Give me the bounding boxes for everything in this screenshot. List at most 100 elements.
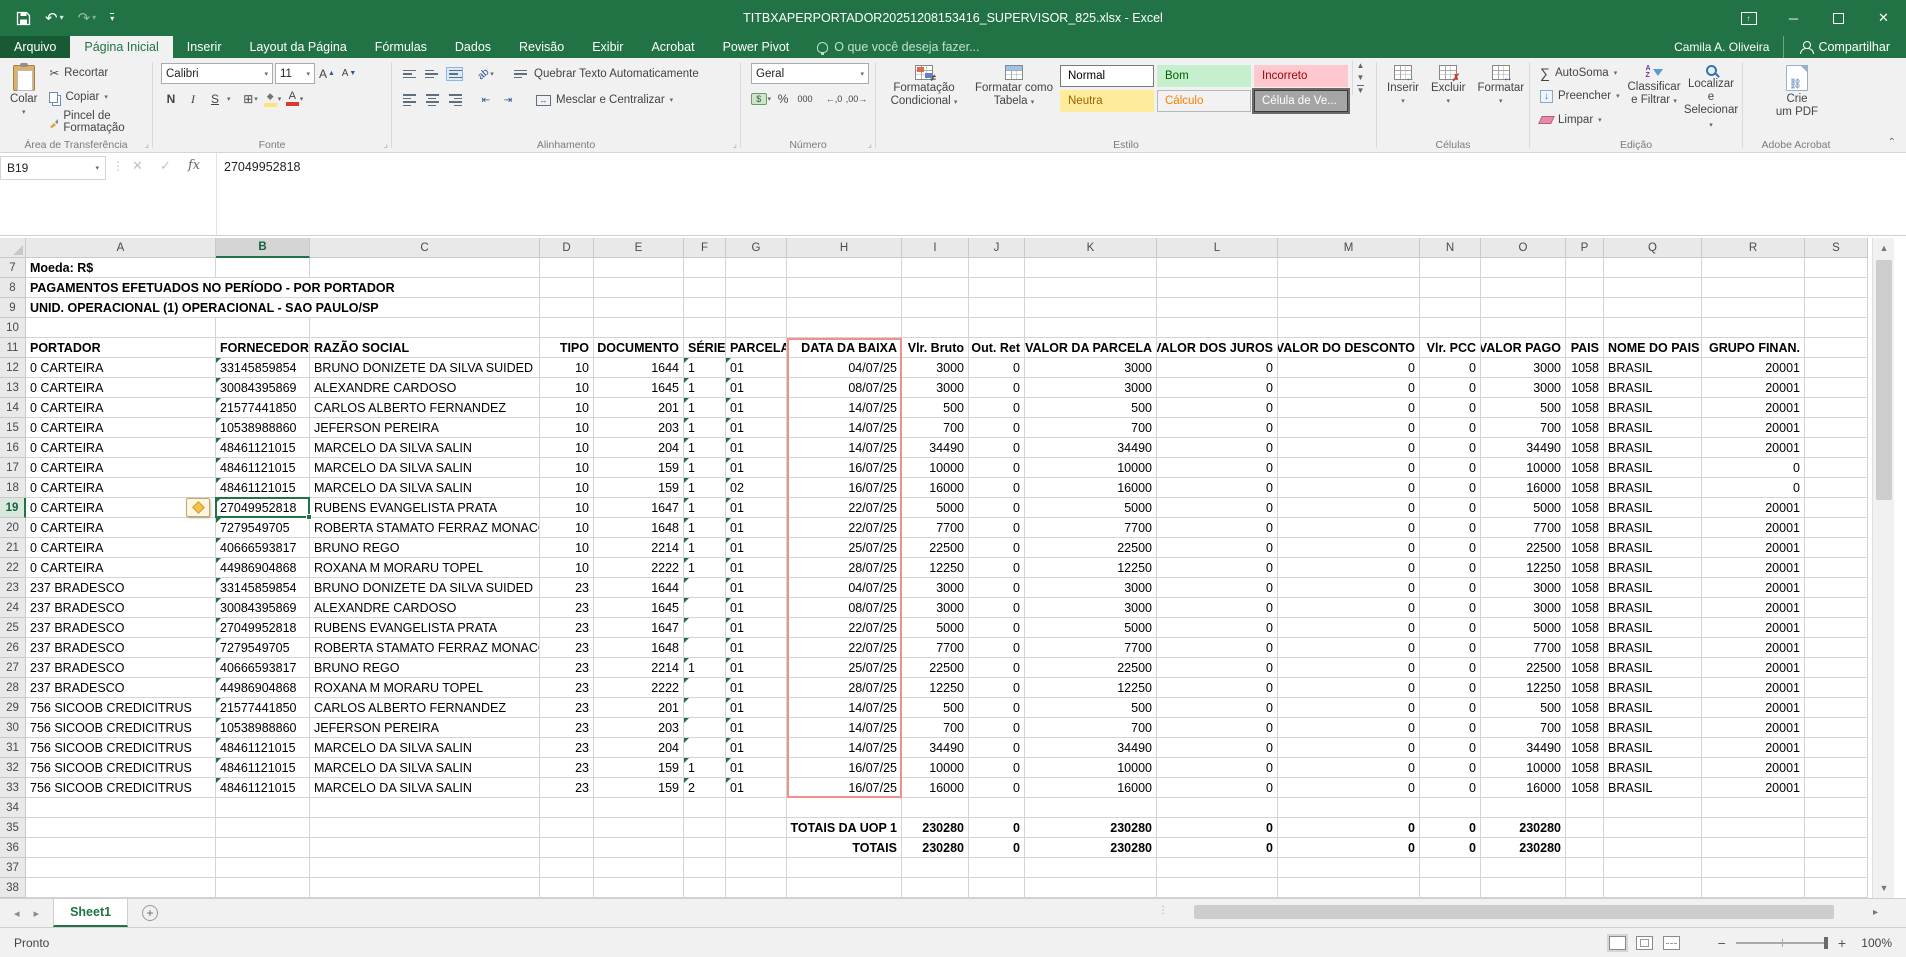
cell-C32[interactable]: MARCELO DA SILVA SALIN: [310, 758, 540, 778]
cell-G28[interactable]: 01: [726, 678, 787, 698]
cell-P25[interactable]: 1058: [1566, 618, 1604, 638]
cell-F13[interactable]: 1: [684, 378, 726, 398]
row-header-24[interactable]: 24: [0, 598, 26, 618]
cell-G12[interactable]: 01: [726, 358, 787, 378]
cell-M35[interactable]: 0: [1278, 818, 1420, 838]
cell-I37[interactable]: [902, 858, 969, 878]
vertical-scrollbar[interactable]: ▲ ▼: [1872, 238, 1894, 898]
cell-G36[interactable]: [726, 838, 787, 858]
cell-C7[interactable]: [310, 258, 540, 278]
tab-power-pivot[interactable]: Power Pivot: [709, 36, 804, 58]
cell-H22[interactable]: 28/07/25: [787, 558, 902, 578]
cell-H10[interactable]: [787, 318, 902, 338]
cell-O28[interactable]: 12250: [1481, 678, 1566, 698]
cell-D11[interactable]: TIPO: [540, 338, 594, 358]
column-header-Q[interactable]: Q: [1604, 238, 1702, 258]
cell-R21[interactable]: 20001: [1702, 538, 1805, 558]
cell-R8[interactable]: [1702, 278, 1805, 298]
cell-J14[interactable]: 0: [969, 398, 1025, 418]
cell-F34[interactable]: [684, 798, 726, 818]
cell-F14[interactable]: 1: [684, 398, 726, 418]
cell-F11[interactable]: SÉRIE: [684, 338, 726, 358]
cell-H15[interactable]: 14/07/25: [787, 418, 902, 438]
comma-style-icon[interactable]: 000: [795, 89, 815, 109]
cell-F8[interactable]: [684, 278, 726, 298]
cell-M14[interactable]: 0: [1278, 398, 1420, 418]
cell-P30[interactable]: 1058: [1566, 718, 1604, 738]
cell-I36[interactable]: 230280: [902, 838, 969, 858]
cell-B12[interactable]: 33145859854: [216, 358, 310, 378]
cell-J16[interactable]: 0: [969, 438, 1025, 458]
number-dialog-launcher-icon[interactable]: ⌟: [868, 139, 872, 150]
row-header-9[interactable]: 9: [0, 298, 26, 318]
row-header-29[interactable]: 29: [0, 698, 26, 718]
wrap-text-button[interactable]: Quebrar Texto Automaticamente: [510, 65, 703, 84]
fill-color-icon[interactable]: ◆▾: [263, 89, 283, 109]
cell-N28[interactable]: 0: [1420, 678, 1481, 698]
cell-J8[interactable]: [969, 278, 1025, 298]
cell-E33[interactable]: 159: [594, 778, 684, 798]
increase-indent-icon[interactable]: ⇥: [498, 90, 518, 110]
cell-S18[interactable]: [1805, 478, 1868, 498]
row-header-11[interactable]: 11: [0, 338, 26, 358]
cell-J23[interactable]: 0: [969, 578, 1025, 598]
cell-P36[interactable]: [1566, 838, 1604, 858]
cell-Q35[interactable]: [1604, 818, 1702, 838]
cell-R25[interactable]: 20001: [1702, 618, 1805, 638]
cell-P11[interactable]: PAIS: [1566, 338, 1604, 358]
cell-P17[interactable]: 1058: [1566, 458, 1604, 478]
row-header-25[interactable]: 25: [0, 618, 26, 638]
error-smart-tag[interactable]: [186, 498, 210, 517]
row-header-22[interactable]: 22: [0, 558, 26, 578]
cell-P34[interactable]: [1566, 798, 1604, 818]
align-bottom-icon[interactable]: [444, 64, 464, 84]
cell-H16[interactable]: 14/07/25: [787, 438, 902, 458]
cell-K34[interactable]: [1025, 798, 1157, 818]
cell-G22[interactable]: 01: [726, 558, 787, 578]
cell-B13[interactable]: 30084395869: [216, 378, 310, 398]
cell-N31[interactable]: 0: [1420, 738, 1481, 758]
cell-J21[interactable]: 0: [969, 538, 1025, 558]
cell-R33[interactable]: 20001: [1702, 778, 1805, 798]
cell-F15[interactable]: 1: [684, 418, 726, 438]
cell-A16[interactable]: 0 CARTEIRA: [26, 438, 216, 458]
cell-O35[interactable]: 230280: [1481, 818, 1566, 838]
cell-J19[interactable]: 0: [969, 498, 1025, 518]
cell-H32[interactable]: 16/07/25: [787, 758, 902, 778]
percent-style-icon[interactable]: %: [773, 89, 793, 109]
cell-M7[interactable]: [1278, 258, 1420, 278]
cell-D10[interactable]: [540, 318, 594, 338]
cell-L25[interactable]: 0: [1157, 618, 1278, 638]
cell-B24[interactable]: 30084395869: [216, 598, 310, 618]
cell-M13[interactable]: 0: [1278, 378, 1420, 398]
cell-E35[interactable]: [594, 818, 684, 838]
row-header-38[interactable]: 38: [0, 878, 26, 898]
cell-N8[interactable]: [1420, 278, 1481, 298]
cell-H26[interactable]: 22/07/25: [787, 638, 902, 658]
tab-layout-da-pagina[interactable]: Layout da Página: [235, 36, 360, 58]
cell-M30[interactable]: 0: [1278, 718, 1420, 738]
cell-L27[interactable]: 0: [1157, 658, 1278, 678]
cell-S19[interactable]: [1805, 498, 1868, 518]
cell-H7[interactable]: [787, 258, 902, 278]
cell-G35[interactable]: [726, 818, 787, 838]
cell-E14[interactable]: 201: [594, 398, 684, 418]
cell-Q28[interactable]: BRASIL: [1604, 678, 1702, 698]
cell-E19[interactable]: 1647: [594, 498, 684, 518]
cell-K26[interactable]: 7700: [1025, 638, 1157, 658]
cell-P28[interactable]: 1058: [1566, 678, 1604, 698]
cell-Q26[interactable]: BRASIL: [1604, 638, 1702, 658]
cell-S8[interactable]: [1805, 278, 1868, 298]
cell-I35[interactable]: 230280: [902, 818, 969, 838]
row-header-8[interactable]: 8: [0, 278, 26, 298]
cell-H9[interactable]: [787, 298, 902, 318]
cell-R26[interactable]: 20001: [1702, 638, 1805, 658]
cell-P10[interactable]: [1566, 318, 1604, 338]
row-header-23[interactable]: 23: [0, 578, 26, 598]
cell-H14[interactable]: 14/07/25: [787, 398, 902, 418]
cell-Q18[interactable]: BRASIL: [1604, 478, 1702, 498]
cell-S27[interactable]: [1805, 658, 1868, 678]
cell-F25[interactable]: [684, 618, 726, 638]
page-layout-view-icon[interactable]: [1636, 936, 1653, 950]
cell-B37[interactable]: [216, 858, 310, 878]
